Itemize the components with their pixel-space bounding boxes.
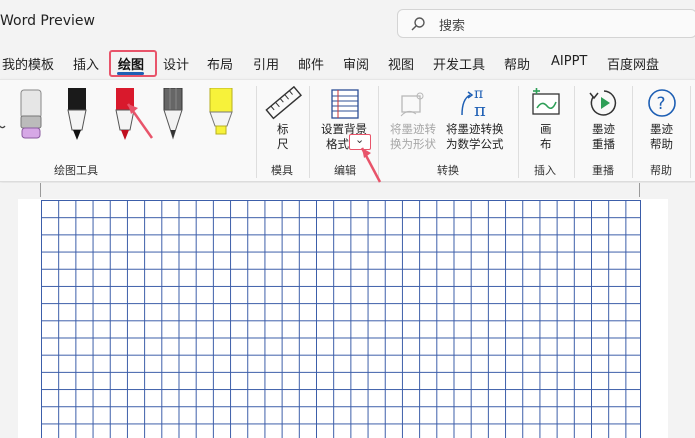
bg-format-label-2[interactable]: 格式 [326,137,349,152]
tab-insert[interactable]: 插入 [73,54,99,73]
app-title: Word Preview [0,13,95,29]
group-label-edit: 编辑 [334,164,356,177]
tab-aippt[interactable]: AIPPT [551,54,587,69]
group-label-replay: 重播 [592,164,614,177]
ink-help-label-2: 帮助 [650,137,673,151]
help-icon[interactable]: ? [646,87,678,119]
group-separator [518,86,519,178]
group-label-drawing-tools: 绘图工具 [54,164,98,177]
pencil-icon[interactable] [158,88,188,146]
chevron-down-icon: ⌄ [355,133,365,146]
search-placeholder: 搜索 [439,19,466,34]
tab-view[interactable]: 视图 [388,54,414,73]
ink-to-math-icon[interactable]: π π [458,85,494,121]
ribbon-tabs: 我的模板 插入 绘图 设计 布局 引用 邮件 审阅 视图 开发工具 帮助 AIP… [0,50,695,77]
ink-to-math-label-2[interactable]: 为数学公式 [446,137,504,152]
group-label-stencils: 模具 [271,164,293,177]
title-bar: Word Preview 搜索 [0,0,695,46]
ruler-label-1: 标 [277,122,289,136]
ruler-icon[interactable] [264,86,304,120]
grid-paper-background [41,200,641,438]
annotation-arrow-tab [126,103,154,139]
ink-to-shape-label-2: 换为形状 [390,137,436,151]
page-margin-marks [40,183,640,197]
ink-replay-label-2: 重播 [592,137,615,151]
ink-help-label-1: 墨迹 [650,122,673,136]
group-separator [574,86,575,178]
svg-text:?: ? [657,94,666,114]
black-pen-icon[interactable] [62,88,92,146]
ink-replay-icon[interactable] [588,87,620,119]
annotation-highlight-box [109,50,157,77]
canvas-label-1: 画 [540,122,552,136]
drawing-canvas-icon[interactable] [530,88,562,118]
tab-references[interactable]: 引用 [253,54,279,73]
eraser-icon[interactable] [16,88,46,146]
tab-design[interactable]: 设计 [163,54,189,73]
search-icon [411,17,425,31]
paper-background-icon[interactable] [330,88,360,120]
ink-to-shape-icon [400,92,424,117]
tab-developer[interactable]: 开发工具 [433,54,485,73]
tab-review[interactable]: 审阅 [343,54,369,73]
group-separator [309,86,310,178]
group-separator [690,86,691,178]
tab-mailings[interactable]: 邮件 [298,54,324,73]
annotation-arrow-dropdown [360,147,382,183]
group-separator [256,86,257,178]
ink-to-shape-label-1: 将墨迹转 [390,122,436,136]
ink-to-math-label-1[interactable]: 将墨迹转换 [446,122,504,137]
group-label-help: 帮助 [650,164,672,177]
tab-help[interactable]: 帮助 [504,54,530,73]
tab-baidu-netdisk[interactable]: 百度网盘 [607,54,659,73]
ribbon: 绘图工具 标 尺 模具 设置背景 格式 编辑 将墨迹转 换为形状 π π 将墨迹… [0,79,695,182]
search-box[interactable]: 搜索 [397,9,695,38]
tab-layout[interactable]: 布局 [207,54,233,73]
highlighter-icon[interactable] [205,88,237,146]
svg-text:π: π [474,100,486,121]
tab-my-templates[interactable]: 我的模板 [2,54,54,73]
ruler-label-2: 尺 [277,137,289,151]
canvas-label-2: 布 [540,137,552,151]
group-label-insert: 插入 [534,164,556,177]
lasso-icon[interactable] [0,84,8,144]
group-separator [632,86,633,178]
ink-replay-label-1: 墨迹 [592,122,615,136]
group-label-convert: 转换 [437,164,459,177]
